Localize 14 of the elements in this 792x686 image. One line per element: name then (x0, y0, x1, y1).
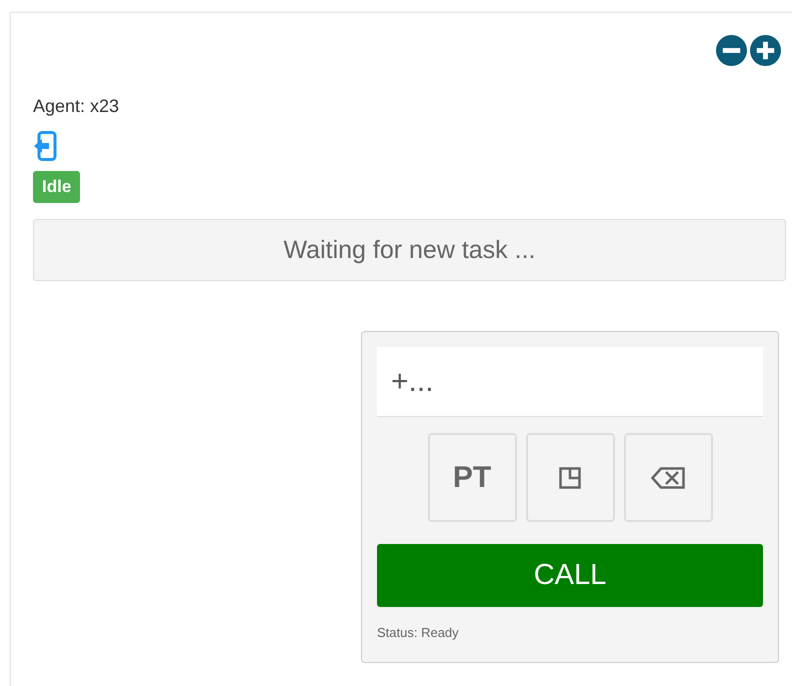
logout-icon[interactable] (33, 131, 57, 161)
square-icon (559, 466, 581, 488)
zoom-out-icon[interactable] (716, 35, 747, 66)
backspace-icon (651, 466, 685, 488)
backspace-button[interactable] (624, 433, 712, 522)
layout-button[interactable] (526, 433, 614, 522)
key-button[interactable]: PT (428, 433, 516, 522)
status-text: Status: Ready (377, 625, 460, 640)
task-status-bar: Waiting for new task ... (33, 219, 786, 281)
number-field[interactable]: +... (377, 347, 763, 417)
zoom-in-icon[interactable] (750, 35, 781, 66)
agent-label: Agent: x23 (33, 96, 120, 117)
call-button[interactable]: CALL (377, 544, 763, 607)
status-badge: Idle (33, 171, 80, 203)
